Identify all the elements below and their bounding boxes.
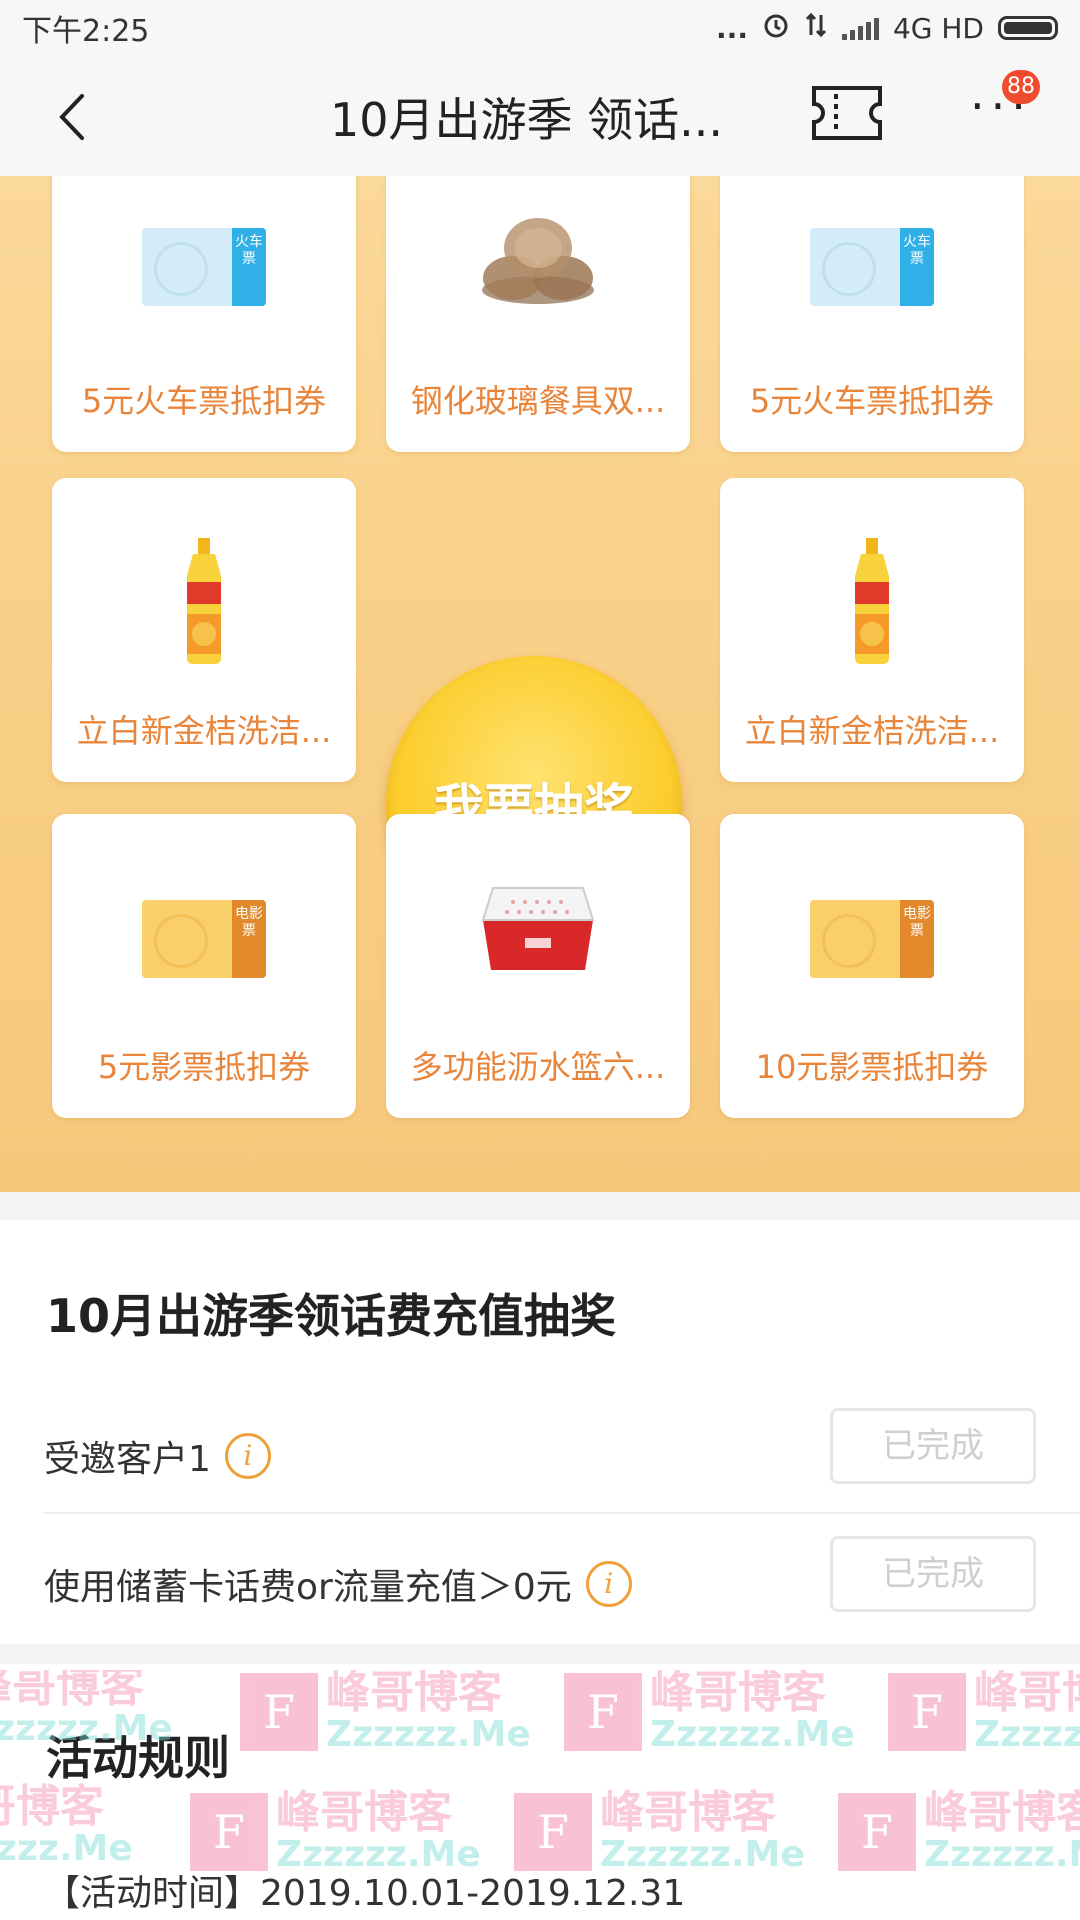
info-icon[interactable]: i	[224, 1433, 271, 1479]
divider	[44, 1512, 1080, 1514]
task-section: 10月出游季领话费充值抽奖 受邀客户1 i 已完成 使用储蓄卡话费or流量充值＞…	[0, 1220, 1080, 1644]
back-button[interactable]	[40, 82, 110, 152]
more-notifications-icon: ...	[716, 11, 748, 45]
network-type: 4G HD	[892, 11, 984, 45]
prize-label: 5元火车票抵扣券	[749, 382, 995, 420]
prize-card-train-ticket-1: 火车票 5元火车票抵扣券	[52, 176, 356, 452]
battery-icon	[998, 16, 1058, 40]
prize-card-train-ticket-2: 火车票 5元火车票抵扣券	[720, 176, 1024, 452]
rules-title: 活动规则	[46, 1731, 230, 1785]
drain-basket-image	[473, 880, 603, 984]
task-row: 受邀客户1 i 已完成	[44, 1388, 1036, 1514]
detergent-bottle-image	[179, 536, 229, 670]
prize-card-glass-tableware: 钢化玻璃餐具双...	[386, 176, 690, 452]
prize-label: 5元火车票抵扣券	[81, 382, 327, 420]
prize-card-movie-ticket-5: 电影票 5元影票抵扣券	[52, 814, 356, 1118]
status-icons: ... 4G HD	[716, 11, 1058, 46]
rules-section: 活动规则 【活动时间】2019.10.01-2019.12.31	[0, 1664, 1080, 1920]
movie-ticket-voucher-icon: 电影票	[142, 900, 266, 978]
task-section-title: 10月出游季领话费充值抽奖	[46, 1289, 617, 1343]
task-row: 使用储蓄卡话费or流量充值＞0元 i 已完成	[44, 1516, 1036, 1642]
prize-label: 5元影票抵扣券	[97, 1048, 311, 1086]
status-bar: 下午2:25 ... 4G HD	[0, 0, 1080, 56]
activity-time: 【活动时间】2019.10.01-2019.12.31	[44, 1873, 686, 1914]
task-description: 使用储蓄卡话费or流量充值＞0元	[44, 1567, 572, 1608]
prize-label: 立白新金桔洗洁...	[744, 712, 1000, 750]
task-description: 受邀客户1	[44, 1439, 211, 1480]
data-transfer-icon	[804, 11, 828, 46]
info-icon[interactable]: i	[585, 1561, 632, 1607]
prize-card-detergent-1: 立白新金桔洗洁...	[52, 478, 356, 782]
signal-icon	[841, 16, 879, 40]
prize-card-drain-basket: 多功能沥水篮六...	[386, 814, 690, 1118]
status-time: 下午2:25	[22, 14, 150, 49]
page-title: 10月出游季 领话...	[330, 93, 724, 147]
train-ticket-voucher-icon: 火车票	[810, 228, 934, 306]
prize-card-movie-ticket-10: 电影票 10元影票抵扣券	[720, 814, 1024, 1118]
task-completed-button[interactable]: 已完成	[830, 1536, 1036, 1612]
detergent-bottle-image	[847, 536, 897, 670]
chevron-left-icon	[59, 94, 84, 140]
prize-label: 10元影票抵扣券	[755, 1048, 989, 1086]
train-ticket-voucher-icon: 火车票	[142, 228, 266, 306]
prize-label: 立白新金桔洗洁...	[76, 712, 332, 750]
alarm-icon	[762, 11, 790, 46]
ticket-icon	[812, 86, 882, 140]
prize-label: 多功能沥水篮六...	[410, 1048, 666, 1086]
ticket-button[interactable]	[810, 84, 884, 142]
glass-tableware-image	[473, 208, 603, 322]
prize-label: 钢化玻璃餐具双...	[410, 382, 666, 420]
nav-bar: 10月出游季 领话... ··· 88	[0, 56, 1080, 176]
notification-badge: 88	[1002, 70, 1040, 104]
lottery-grid: 火车票 5元火车票抵扣券 钢化玻璃餐具双... 火车票 5元火车票抵扣券 立白新…	[0, 176, 1080, 1192]
prize-card-detergent-2: 立白新金桔洗洁...	[720, 478, 1024, 782]
movie-ticket-voucher-icon: 电影票	[810, 900, 934, 978]
task-completed-button[interactable]: 已完成	[830, 1408, 1036, 1484]
